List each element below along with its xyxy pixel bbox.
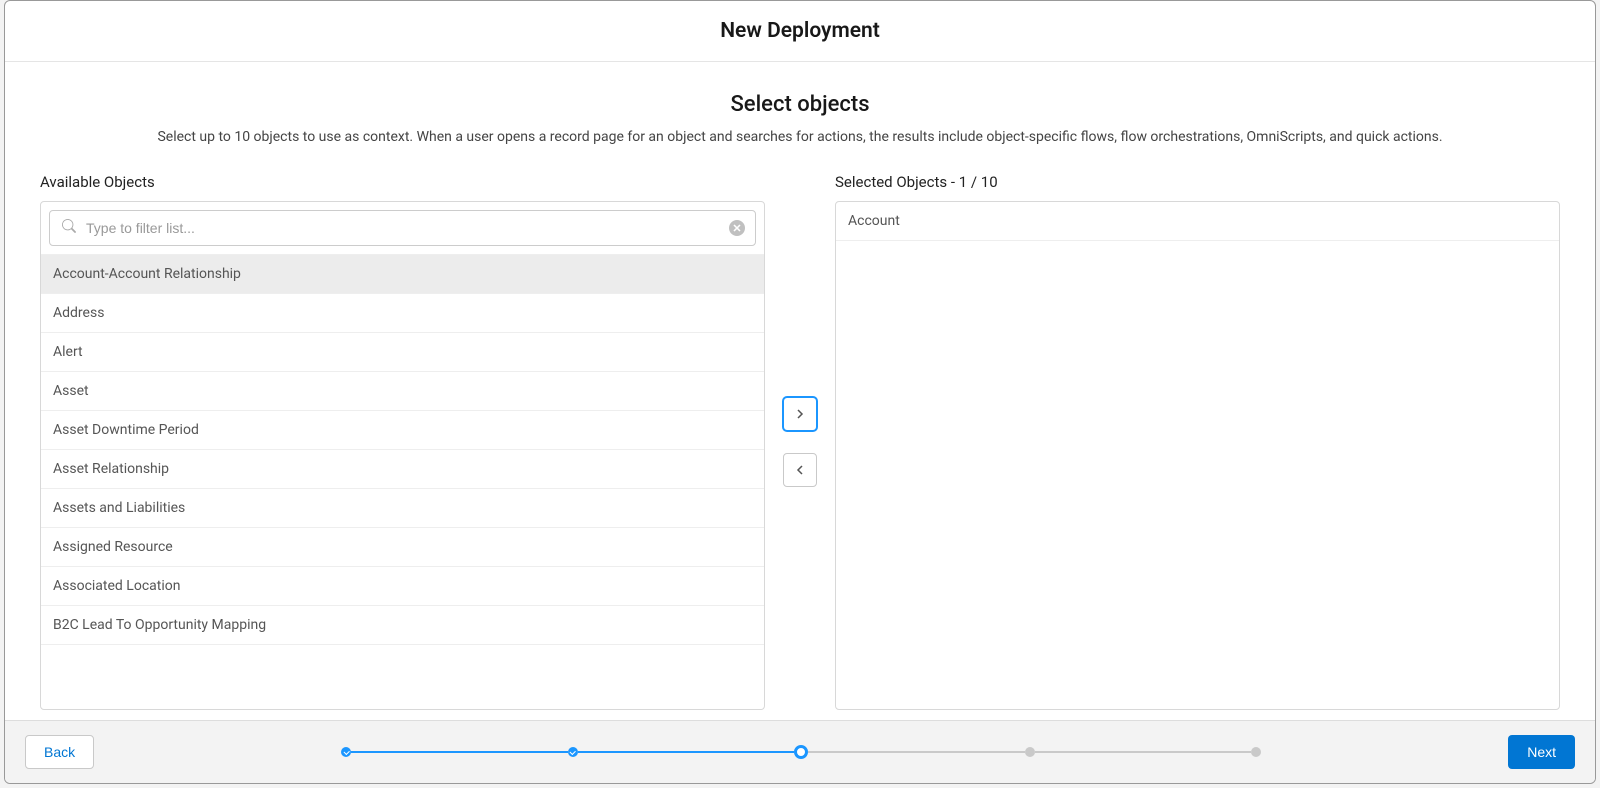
list-item[interactable]: Associated Location <box>41 567 764 606</box>
modal-footer: Back Next <box>5 720 1595 783</box>
available-objects-listbox: ✕ Account-Account Relationship Address A… <box>40 201 765 710</box>
move-left-button[interactable] <box>783 453 817 487</box>
move-right-button[interactable] <box>783 397 817 431</box>
transfer-controls <box>781 397 819 487</box>
selected-objects-listbox[interactable]: Account <box>835 201 1560 710</box>
search-input[interactable] <box>50 211 755 245</box>
section-description: Select up to 10 objects to use as contex… <box>40 129 1560 145</box>
list-item[interactable]: Address <box>41 294 764 333</box>
list-item[interactable]: Assets and Liabilities <box>41 489 764 528</box>
available-objects-label: Available Objects <box>40 173 765 191</box>
modal-header: New Deployment <box>5 1 1595 62</box>
back-button[interactable]: Back <box>25 735 94 769</box>
selected-objects-panel: Selected Objects - 1 / 10 Account <box>835 173 1560 710</box>
progress-step-1 <box>341 747 351 757</box>
dual-list-container: Available Objects ✕ Account-Account Rela… <box>40 173 1560 710</box>
list-item[interactable]: Account-Account Relationship <box>41 254 764 294</box>
progress-step-2 <box>568 747 578 757</box>
list-item[interactable]: Account <box>836 202 1559 241</box>
progress-segment <box>1035 751 1252 753</box>
list-item[interactable]: Alert <box>41 333 764 372</box>
progress-indicator <box>341 751 1261 753</box>
clear-search-icon[interactable]: ✕ <box>729 220 745 236</box>
progress-segment <box>578 751 795 753</box>
progress-step-4 <box>1025 747 1035 757</box>
search-input-wrap: ✕ <box>49 210 756 246</box>
chevron-right-icon <box>795 409 805 419</box>
search-icon <box>62 219 76 237</box>
progress-segment <box>351 751 568 753</box>
progress-step-3 <box>794 745 808 759</box>
selected-objects-label: Selected Objects - 1 / 10 <box>835 173 1560 191</box>
available-objects-panel: Available Objects ✕ Account-Account Rela… <box>40 173 765 710</box>
list-item[interactable]: Asset Downtime Period <box>41 411 764 450</box>
progress-step-5 <box>1251 747 1261 757</box>
modal-content: Select objects Select up to 10 objects t… <box>5 62 1595 720</box>
section-title: Select objects <box>40 92 1560 117</box>
progress-indicator-wrap <box>94 751 1508 753</box>
list-item[interactable]: Asset <box>41 372 764 411</box>
list-item[interactable]: Asset Relationship <box>41 450 764 489</box>
progress-segment <box>808 751 1025 753</box>
chevron-left-icon <box>795 465 805 475</box>
next-button[interactable]: Next <box>1508 735 1575 769</box>
available-items-scroll[interactable]: Account-Account Relationship Address Ale… <box>41 254 764 709</box>
search-bar: ✕ <box>41 202 764 254</box>
list-item[interactable]: B2C Lead To Opportunity Mapping <box>41 606 764 645</box>
new-deployment-modal: New Deployment Select objects Select up … <box>4 0 1596 784</box>
modal-title: New Deployment <box>5 19 1595 43</box>
list-item[interactable]: Assigned Resource <box>41 528 764 567</box>
